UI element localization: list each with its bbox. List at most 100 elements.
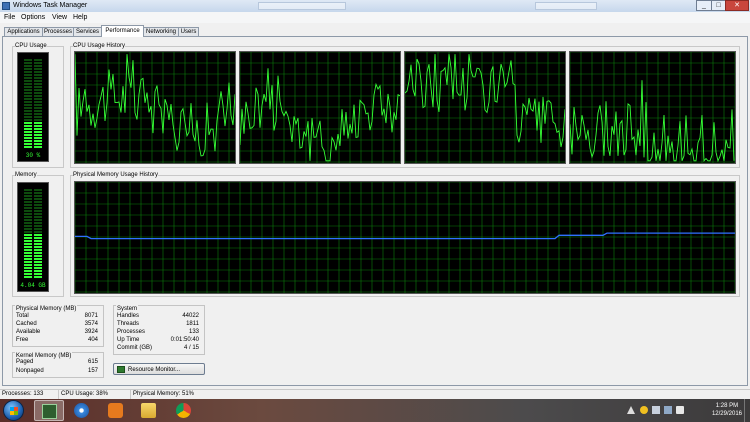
system-row: Handles 44022 (117, 313, 199, 319)
meter-segment (24, 80, 32, 82)
meter-segment (34, 234, 42, 236)
meter-segment (24, 234, 32, 236)
meter-segment (24, 113, 32, 115)
meter-segment (24, 261, 32, 263)
volume-icon[interactable] (676, 406, 684, 414)
meter-segment (24, 210, 32, 212)
meter-segment (24, 77, 32, 79)
meter-segment (24, 228, 32, 230)
task-manager-app-icon (42, 404, 57, 419)
menu-options[interactable]: Options (21, 13, 45, 22)
action-center-icon[interactable] (652, 406, 660, 414)
meter-segment (24, 98, 32, 100)
meter-segment (34, 146, 42, 148)
tab-performance[interactable]: Performance (101, 25, 144, 37)
menu-file[interactable]: File (4, 13, 15, 22)
meter-segment (24, 137, 32, 139)
meter-segment (24, 264, 32, 266)
meter-segment (34, 237, 42, 239)
clock-date: 12/29/2016 (711, 411, 742, 417)
meter-segment (34, 80, 42, 82)
meter-segment (24, 83, 32, 85)
meter-segment (24, 107, 32, 109)
meter-segment (34, 195, 42, 197)
meter-segment (34, 65, 42, 67)
meter-segment (24, 249, 32, 251)
meter-segment (24, 101, 32, 103)
meter-segment (24, 122, 32, 124)
meter-segment (34, 71, 42, 73)
maximize-button[interactable]: □ (711, 0, 726, 11)
close-button[interactable]: ✕ (725, 0, 749, 11)
cpu-history-graph-core-3 (404, 51, 566, 164)
meter-segment (24, 222, 32, 224)
meter-segment (24, 195, 32, 197)
kernel-memory-row: Nonpaged 157 (16, 368, 98, 374)
meter-segment (34, 104, 42, 106)
meter-segment (34, 201, 42, 203)
minimize-button[interactable]: _ (696, 0, 712, 11)
resource-monitor-icon (117, 366, 125, 373)
taskbar-task-manager[interactable] (34, 400, 64, 421)
taskbar-file-explorer[interactable] (134, 400, 164, 421)
tray-app-icon[interactable] (640, 406, 648, 414)
memory-label: Memory (15, 171, 37, 179)
taskbar-network[interactable] (67, 400, 97, 421)
meter-segment (24, 86, 32, 88)
meter-segment (24, 134, 32, 136)
meter-segment (24, 71, 32, 73)
cpu-history-graph-core-1 (74, 51, 236, 164)
meter-segment (24, 255, 32, 257)
meter-segment (34, 219, 42, 221)
meter-segment (34, 270, 42, 272)
kernel-memory-box: Kernel Memory (MB) Paged 615 Nonpaged 157 (12, 352, 104, 378)
meter-segment (34, 192, 42, 194)
meter-segment (24, 131, 32, 133)
menu-help[interactable]: Help (73, 13, 87, 22)
cpu-history-plot (75, 52, 235, 163)
meter-segment (34, 249, 42, 251)
cpu-meter-bars (24, 59, 42, 148)
taskbar-media-player[interactable] (101, 400, 131, 421)
meter-segment (24, 231, 32, 233)
system-box: System Handles 44022 Threads 1811 Processe… (113, 305, 205, 355)
taskbar-chrome[interactable] (169, 400, 199, 421)
meter-segment (34, 207, 42, 209)
meter-segment (34, 98, 42, 100)
meter-segment (24, 89, 32, 91)
meter-segment (24, 240, 32, 242)
meter-segment (34, 77, 42, 79)
meter-segment (34, 119, 42, 121)
system-row: Processes 133 (117, 329, 199, 335)
meter-segment (24, 204, 32, 206)
start-button[interactable] (3, 400, 24, 421)
meter-segment (24, 74, 32, 76)
task-manager-icon (2, 2, 10, 10)
cpu-trace (570, 80, 735, 163)
meter-segment (24, 95, 32, 97)
menu-view[interactable]: View (52, 13, 67, 22)
window-title: Windows Task Manager (13, 2, 88, 9)
system-clock[interactable]: 1:28 PM 12/29/2016 (712, 402, 742, 418)
meter-segment (24, 68, 32, 70)
meter-segment (34, 89, 42, 91)
resource-monitor-button[interactable]: Resource Monitor... (113, 363, 205, 375)
cpu-history-graph-core-2 (239, 51, 401, 164)
meter-segment (24, 110, 32, 112)
meter-segment (34, 59, 42, 61)
system-row: Up Time 0:01:50:40 (117, 337, 199, 343)
show-hidden-icons-icon[interactable] (627, 406, 635, 414)
meter-segment (24, 276, 32, 278)
network-status-icon[interactable] (664, 406, 672, 414)
physical-memory-row: Available 3924 (16, 329, 98, 335)
meter-segment (34, 198, 42, 200)
memory-usage-meter: 4.04 GB (17, 182, 49, 292)
show-desktop-button[interactable] (744, 399, 750, 422)
resource-monitor-label: Resource Monitor... (128, 367, 181, 373)
cpu-trace (240, 68, 400, 162)
meter-segment (24, 65, 32, 67)
cpu-history-plot (570, 52, 735, 163)
taskbar: 1:28 PM 12/29/2016 (0, 399, 750, 422)
meter-segment (34, 107, 42, 109)
meter-segment (34, 225, 42, 227)
